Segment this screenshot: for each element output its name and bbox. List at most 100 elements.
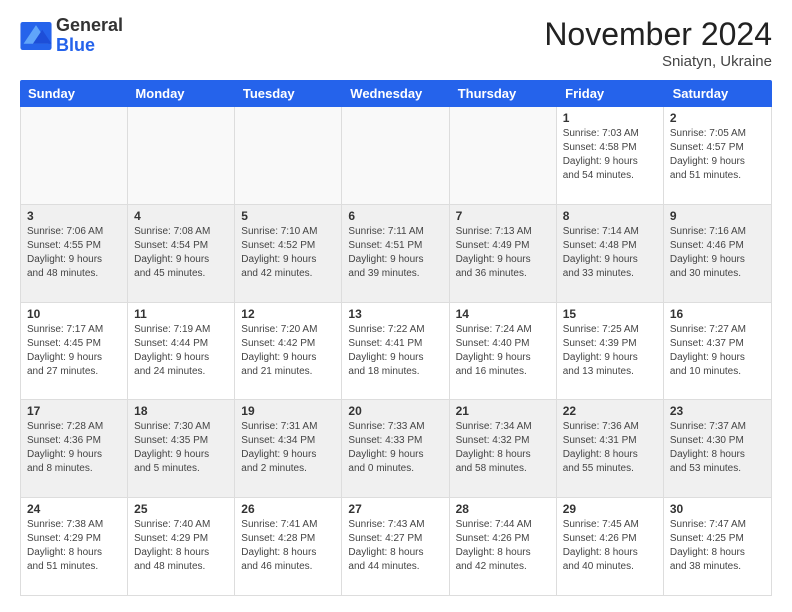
calendar-cell: 8 Sunrise: 7:14 AM Sunset: 4:48 PM Daylig… [557,205,664,302]
day-number: 16 [670,307,765,321]
day-number: 1 [563,111,657,125]
day-info: Sunrise: 7:22 AM Sunset: 4:41 PM Dayligh… [348,323,442,379]
day-number: 24 [27,502,121,516]
day-info: Sunrise: 7:41 AM Sunset: 4:28 PM Dayligh… [241,518,335,574]
calendar-cell: 9Sunrise: 7:16 AM Sunset: 4:46 PM Daylig… [664,205,771,302]
day-number: 28 [456,502,550,516]
calendar-cell: 7 Sunrise: 7:13 AM Sunset: 4:49 PM Daylig… [450,205,557,302]
day-number: 14 [456,307,550,321]
day-number: 15 [563,307,657,321]
day-number: 12 [241,307,335,321]
day-info: Sunrise: 7:45 AM Sunset: 4:26 PM Dayligh… [563,518,657,574]
calendar-cell: 2 Sunrise: 7:05 AM Sunset: 4:57 PM Daylig… [664,107,771,204]
day-info: Sunrise: 7:24 AM Sunset: 4:40 PM Dayligh… [456,323,550,379]
calendar-cell [21,107,128,204]
day-info: Sunrise: 7:36 AM Sunset: 4:31 PM Dayligh… [563,420,657,476]
day-info: Sunrise: 7:37 AM Sunset: 4:30 PM Dayligh… [670,420,765,476]
day-number: 11 [134,307,228,321]
calendar-cell: 13 Sunrise: 7:22 AM Sunset: 4:41 PM Dayli… [342,303,449,400]
calendar-cell: 11 Sunrise: 7:19 AM Sunset: 4:44 PM Dayli… [128,303,235,400]
page: General Blue November 2024 Sniatyn, Ukra… [0,0,792,612]
day-number: 18 [134,404,228,418]
day-info: Sunrise: 7:16 AM Sunset: 4:46 PM Dayligh… [670,225,765,281]
calendar-cell: 16 Sunrise: 7:27 AM Sunset: 4:37 PM Dayli… [664,303,771,400]
day-number: 20 [348,404,442,418]
calendar-row-3: 10 Sunrise: 7:17 AM Sunset: 4:45 PM Dayli… [21,303,771,401]
header: General Blue November 2024 Sniatyn, Ukra… [20,16,772,70]
day-info: Sunrise: 7:08 AM Sunset: 4:54 PM Dayligh… [134,225,228,281]
calendar-cell: 29 Sunrise: 7:45 AM Sunset: 4:26 PM Dayli… [557,498,664,595]
day-number: 29 [563,502,657,516]
header-day-friday: Friday [557,80,664,107]
logo-icon [20,22,52,50]
day-number: 3 [27,209,121,223]
logo: General Blue [20,16,123,56]
month-title: November 2024 [544,16,772,53]
calendar-header: SundayMondayTuesdayWednesdayThursdayFrid… [20,80,772,107]
calendar-row-4: 17 Sunrise: 7:28 AM Sunset: 4:36 PM Dayli… [21,400,771,498]
header-day-tuesday: Tuesday [235,80,342,107]
calendar-cell: 6 Sunrise: 7:11 AM Sunset: 4:51 PM Daylig… [342,205,449,302]
calendar-cell: 18Sunrise: 7:30 AM Sunset: 4:35 PM Dayli… [128,400,235,497]
calendar-body: 1 Sunrise: 7:03 AM Sunset: 4:58 PM Daylig… [20,107,772,596]
calendar-cell: 20Sunrise: 7:33 AM Sunset: 4:33 PM Dayli… [342,400,449,497]
day-info: Sunrise: 7:28 AM Sunset: 4:36 PM Dayligh… [27,420,121,476]
day-info: Sunrise: 7:19 AM Sunset: 4:44 PM Dayligh… [134,323,228,379]
calendar-cell: 21 Sunrise: 7:34 AM Sunset: 4:32 PM Dayli… [450,400,557,497]
header-day-monday: Monday [127,80,234,107]
calendar-cell [342,107,449,204]
day-info: Sunrise: 7:40 AM Sunset: 4:29 PM Dayligh… [134,518,228,574]
day-info: Sunrise: 7:34 AM Sunset: 4:32 PM Dayligh… [456,420,550,476]
day-info: Sunrise: 7:14 AM Sunset: 4:48 PM Dayligh… [563,225,657,281]
day-number: 4 [134,209,228,223]
logo-general: General [56,16,123,36]
calendar-cell: 5Sunrise: 7:10 AM Sunset: 4:52 PM Daylig… [235,205,342,302]
calendar-cell: 3 Sunrise: 7:06 AM Sunset: 4:55 PM Daylig… [21,205,128,302]
day-info: Sunrise: 7:44 AM Sunset: 4:26 PM Dayligh… [456,518,550,574]
day-number: 26 [241,502,335,516]
day-number: 21 [456,404,550,418]
title-block: November 2024 Sniatyn, Ukraine [544,16,772,70]
logo-blue: Blue [56,36,123,56]
header-day-wednesday: Wednesday [342,80,449,107]
calendar-cell: 26 Sunrise: 7:41 AM Sunset: 4:28 PM Dayli… [235,498,342,595]
calendar-cell [450,107,557,204]
day-info: Sunrise: 7:13 AM Sunset: 4:49 PM Dayligh… [456,225,550,281]
calendar-cell: 23Sunrise: 7:37 AM Sunset: 4:30 PM Dayli… [664,400,771,497]
day-info: Sunrise: 7:11 AM Sunset: 4:51 PM Dayligh… [348,225,442,281]
day-number: 6 [348,209,442,223]
header-day-sunday: Sunday [20,80,127,107]
day-number: 22 [563,404,657,418]
day-number: 25 [134,502,228,516]
calendar-row-5: 24 Sunrise: 7:38 AM Sunset: 4:29 PM Dayli… [21,498,771,595]
day-info: Sunrise: 7:17 AM Sunset: 4:45 PM Dayligh… [27,323,121,379]
day-info: Sunrise: 7:03 AM Sunset: 4:58 PM Dayligh… [563,127,657,183]
day-info: Sunrise: 7:05 AM Sunset: 4:57 PM Dayligh… [670,127,765,183]
day-number: 10 [27,307,121,321]
day-number: 27 [348,502,442,516]
day-number: 13 [348,307,442,321]
calendar-row-2: 3 Sunrise: 7:06 AM Sunset: 4:55 PM Daylig… [21,205,771,303]
calendar-cell: 10 Sunrise: 7:17 AM Sunset: 4:45 PM Dayli… [21,303,128,400]
day-info: Sunrise: 7:43 AM Sunset: 4:27 PM Dayligh… [348,518,442,574]
day-info: Sunrise: 7:27 AM Sunset: 4:37 PM Dayligh… [670,323,765,379]
calendar-cell: 14 Sunrise: 7:24 AM Sunset: 4:40 PM Dayli… [450,303,557,400]
day-number: 2 [670,111,765,125]
calendar-row-1: 1 Sunrise: 7:03 AM Sunset: 4:58 PM Daylig… [21,107,771,205]
header-day-saturday: Saturday [665,80,772,107]
day-number: 7 [456,209,550,223]
day-info: Sunrise: 7:38 AM Sunset: 4:29 PM Dayligh… [27,518,121,574]
day-number: 30 [670,502,765,516]
location: Sniatyn, Ukraine [544,53,772,70]
day-number: 17 [27,404,121,418]
day-number: 8 [563,209,657,223]
header-day-thursday: Thursday [450,80,557,107]
calendar-cell: 24 Sunrise: 7:38 AM Sunset: 4:29 PM Dayli… [21,498,128,595]
calendar-cell: 17 Sunrise: 7:28 AM Sunset: 4:36 PM Dayli… [21,400,128,497]
day-info: Sunrise: 7:06 AM Sunset: 4:55 PM Dayligh… [27,225,121,281]
calendar-cell: 22 Sunrise: 7:36 AM Sunset: 4:31 PM Dayli… [557,400,664,497]
calendar: SundayMondayTuesdayWednesdayThursdayFrid… [20,80,772,596]
calendar-cell: 27 Sunrise: 7:43 AM Sunset: 4:27 PM Dayli… [342,498,449,595]
day-number: 5 [241,209,335,223]
calendar-cell [128,107,235,204]
